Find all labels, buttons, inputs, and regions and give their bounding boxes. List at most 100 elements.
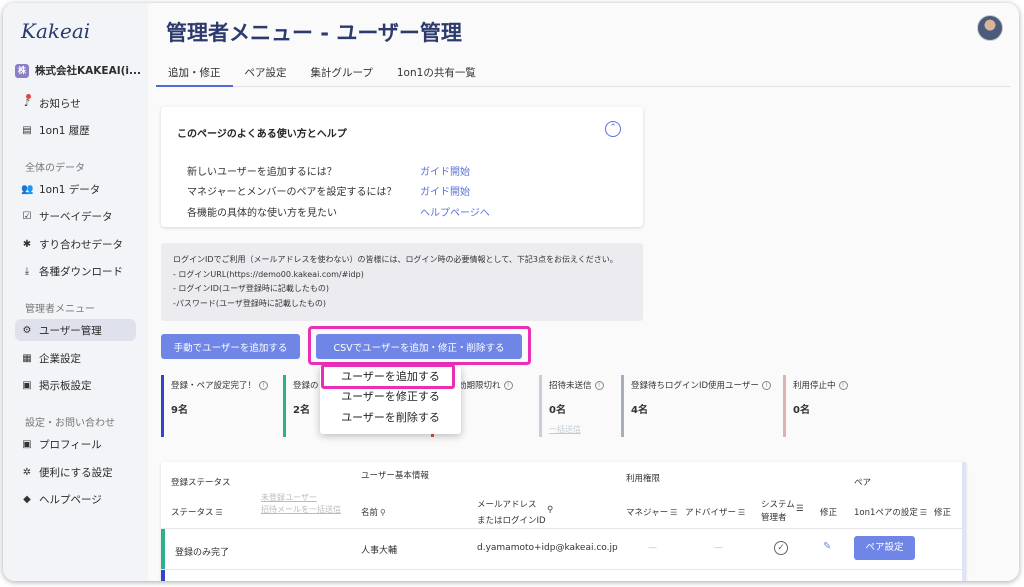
building-icon: ▦ xyxy=(22,352,32,364)
main-content: 管理者メニュー - ユーザー管理 追加・修正 ペア設定 集計グループ 1on1の… xyxy=(148,3,1019,581)
filter-icon: ☰ xyxy=(738,508,746,517)
sidebar-item-label: 1on1 履歴 xyxy=(39,124,90,137)
unregistered-users-link[interactable]: 未登録ユーザー xyxy=(261,492,317,503)
tab-1on1-share-list[interactable]: 1on1の共有一覧 xyxy=(385,57,488,87)
sidebar-item-downloads[interactable]: ⤓ 各種ダウンロード xyxy=(15,260,136,282)
row-status-bar xyxy=(161,570,165,581)
tab-bar: 追加・修正 ペア設定 集計グループ 1on1の共有一覧 xyxy=(156,57,1011,87)
manual-add-user-button[interactable]: 手動でユーザーを追加する xyxy=(161,334,300,359)
group-header-status: 登録ステータス xyxy=(171,478,231,488)
cell-status: 登録のみ完了 xyxy=(175,548,230,558)
company-switcher[interactable]: 株 株式会社KAKEAI(i... ⌃ xyxy=(15,63,154,78)
profile-icon: ▣ xyxy=(22,438,32,450)
menu-item-delete-users[interactable]: ユーザーを削除する xyxy=(320,408,461,428)
sidebar-item-label: サーベイデータ xyxy=(39,210,113,223)
download-icon: ⤓ xyxy=(24,265,30,277)
chevron-up-icon[interactable]: ⌃ xyxy=(605,121,621,137)
group-header-permissions: 利用権限 xyxy=(626,474,661,484)
people-icon: 👥 xyxy=(21,183,34,195)
bulk-send-link[interactable]: 一括送信 xyxy=(549,424,581,435)
table-scroll-edge xyxy=(962,462,966,581)
col-advisor[interactable]: アドバイザー ☰ xyxy=(685,506,745,518)
page-title: 管理者メニュー - ユーザー管理 xyxy=(166,21,462,45)
app-window: Kakeai 株 株式会社KAKEAI(i... ⌃ ♪ お知らせ ▤ 1on1… xyxy=(3,3,1019,581)
bulk-invite-link[interactable]: 招待メールを一括送信 xyxy=(261,504,341,515)
sidebar-item-label: お知らせ xyxy=(39,97,81,110)
check-circle-icon: ✓ xyxy=(774,541,788,555)
sidebar-item-help[interactable]: ◆ ヘルプページ xyxy=(15,488,136,510)
sidebar-item-convenience-settings[interactable]: ✲ 便利にする設定 xyxy=(15,461,136,483)
sidebar-item-1on1-data[interactable]: 👥 1on1 データ xyxy=(15,178,136,200)
col-label: ステータス xyxy=(171,508,214,518)
stat-color-bar xyxy=(161,375,164,437)
status-summary: 登録・ペア設定完了！! 9名 登録の 2名 待有効期限切れ! 再送 招待未送信!… xyxy=(161,375,865,439)
stat-invite-unsent[interactable]: 招待未送信! 0名 一括送信 xyxy=(539,375,604,437)
info-icon: ! xyxy=(594,381,604,390)
stat-label: 招待未送信 xyxy=(549,381,592,391)
stat-label: 登録の xyxy=(293,381,319,391)
section-overall-data: 全体のデータ xyxy=(25,163,85,174)
tab-aggregate-groups[interactable]: 集計グループ xyxy=(299,57,385,87)
search-icon[interactable]: ⚲ xyxy=(547,505,553,515)
col-label: マネジャー xyxy=(626,508,669,518)
info-line: -パスワード(ユーザ登録時に記載したもの) xyxy=(173,298,326,308)
stat-value: 9名 xyxy=(171,405,188,416)
puzzle-icon: ✱ xyxy=(22,238,32,250)
stat-suspended[interactable]: 利用停止中! 0名 xyxy=(783,375,848,437)
login-info-box: ログインIDでご利用（メールアドレスを使わない）の皆様には、ログイン時の必要情報… xyxy=(161,243,643,321)
company-name: 株式会社KAKEAI(i... xyxy=(35,65,141,77)
sidebar-item-alignment-data[interactable]: ✱ すり合わせデータ xyxy=(15,233,136,255)
row-divider xyxy=(161,569,966,570)
cell-manager: — xyxy=(648,543,657,553)
stat-value: 4名 xyxy=(631,405,648,416)
sidebar-item-1on1-history[interactable]: ▤ 1on1 履歴 xyxy=(15,119,136,141)
search-icon: ⚲ xyxy=(380,508,386,517)
sidebar-item-label: ヘルプページ xyxy=(39,493,102,506)
group-header-user-info: ユーザー基本情報 xyxy=(361,471,429,481)
user-table: 登録ステータス ユーザー基本情報 利用権限 ペア 未登録ユーザー 招待メールを一… xyxy=(161,462,966,581)
tab-add-edit[interactable]: 追加・修正 xyxy=(156,57,233,87)
board-icon: ▣ xyxy=(22,379,32,391)
info-icon: ! xyxy=(503,381,513,390)
avatar[interactable] xyxy=(977,15,1003,41)
filter-icon: ☰ xyxy=(670,508,678,517)
stat-registered-paired[interactable]: 登録・ペア設定完了！! 9名 xyxy=(161,375,269,437)
info-line: ログインIDでご利用（メールアドレスを使わない）の皆様には、ログイン時の必要情報… xyxy=(173,255,618,264)
pencil-icon[interactable]: ✎ xyxy=(823,541,831,552)
col-pair-edit: 修正 xyxy=(934,508,952,518)
col-name[interactable]: 名前 ⚲ xyxy=(361,506,386,518)
menu-item-edit-users[interactable]: ユーザーを修正する xyxy=(320,387,461,407)
stat-label: 登録待ちログインID使用ユーザー xyxy=(631,381,759,391)
sidebar: Kakeai 株 株式会社KAKEAI(i... ⌃ ♪ お知らせ ▤ 1on1… xyxy=(3,3,154,581)
stat-color-bar xyxy=(539,375,542,437)
pair-settings-button[interactable]: ペア設定 xyxy=(854,536,915,560)
tab-pair-settings[interactable]: ペア設定 xyxy=(233,57,299,87)
stat-registered-only[interactable]: 登録の 2名 xyxy=(283,375,319,437)
sidebar-item-notifications[interactable]: ♪ お知らせ xyxy=(15,92,136,114)
col-manager[interactable]: マネジャー ☰ xyxy=(626,506,677,518)
bell-icon: ♪ xyxy=(23,97,31,109)
col-status[interactable]: ステータス ☰ xyxy=(171,506,223,518)
sidebar-item-profile[interactable]: ▣ プロフィール xyxy=(15,433,136,455)
info-line: - ログインURL(https://demo00.kakeai.com/#idp… xyxy=(173,269,364,279)
help-question: 新しいユーザーを追加するには？ xyxy=(187,167,337,178)
help-link-add-user-guide[interactable]: ガイド開始 xyxy=(420,163,470,178)
sidebar-item-company-settings[interactable]: ▦ 企業設定 xyxy=(15,347,136,369)
info-icon: ! xyxy=(259,381,269,390)
col-system: システム xyxy=(761,500,795,510)
help-link-help-page[interactable]: ヘルプページへ xyxy=(420,204,490,219)
col-label: アドバイザー xyxy=(685,508,737,518)
help-link-pair-guide[interactable]: ガイド開始 xyxy=(420,183,470,198)
help-title: このページのよくある使い方とヘルプ xyxy=(177,129,347,140)
col-admin: 管理者 xyxy=(761,513,787,523)
filter-icon: ☰ xyxy=(919,508,928,517)
filter-icon[interactable]: ☰ xyxy=(796,504,804,514)
col-1on1-pair[interactable]: 1on1ペアの設定 ☰ xyxy=(854,506,927,518)
sidebar-item-survey-data[interactable]: ☑ サーベイデータ xyxy=(15,205,136,227)
stat-color-bar xyxy=(783,375,786,437)
highlight-annotation xyxy=(308,326,531,365)
info-line: - ログインID(ユーザ登録時に記載したもの) xyxy=(173,284,330,293)
stat-loginid-pending[interactable]: 登録待ちログインID使用ユーザー! 4名 xyxy=(621,375,771,437)
sidebar-item-user-management[interactable]: ⚙ ユーザー管理 xyxy=(15,319,136,341)
sidebar-item-board-settings[interactable]: ▣ 掲示板設定 xyxy=(15,374,136,396)
